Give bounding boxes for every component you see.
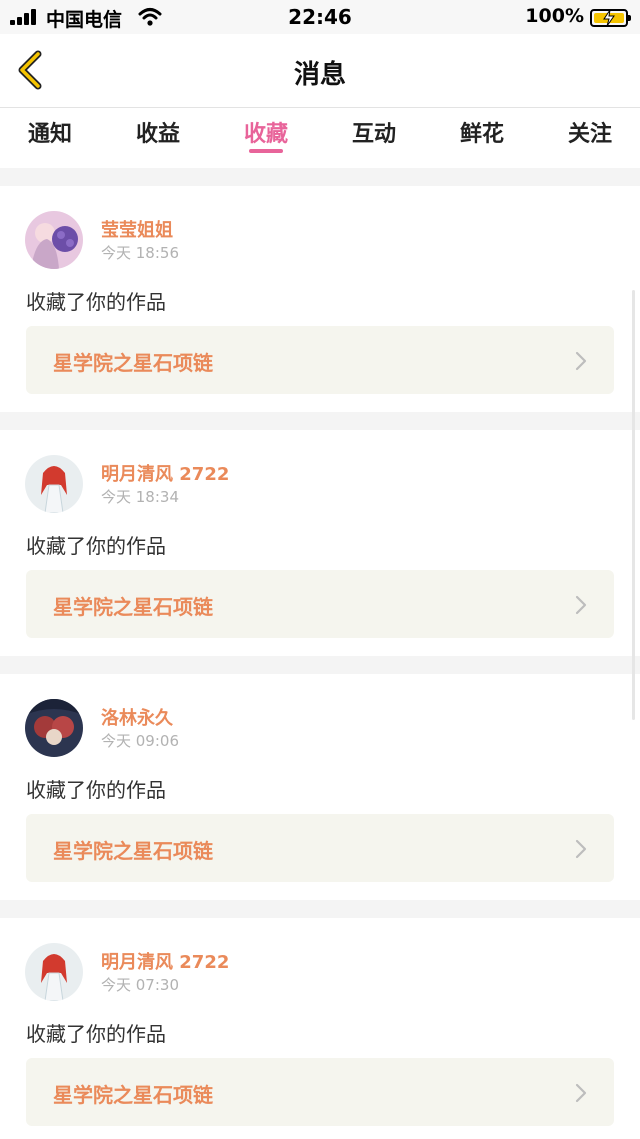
list-item: 洛林永久 今天 09:06 收藏了你的作品 星学院之星石项链 (0, 674, 640, 900)
scrollbar[interactable] (632, 290, 635, 720)
user-name[interactable]: 洛林永久 (101, 704, 173, 730)
chevron-right-icon (575, 595, 587, 615)
message-time: 今天 09:06 (101, 732, 179, 750)
work-title: 星学院之星石项链 (53, 839, 213, 863)
messages-page: 中国电信 22:46 100% 消息 通知 收益 收藏 互动 鲜花 关注 莹莹姐… (0, 0, 640, 1139)
work-title: 星学院之星石项链 (53, 1083, 213, 1107)
user-name[interactable]: 明月清风 2722 (101, 948, 229, 974)
tab-follows[interactable]: 关注 (536, 116, 640, 148)
charging-bolt-icon (603, 9, 615, 27)
work-title: 星学院之星石项链 (53, 595, 213, 619)
tab-earnings[interactable]: 收益 (104, 116, 212, 148)
user-name[interactable]: 明月清风 2722 (101, 460, 229, 486)
nav-bar: 消息 (0, 34, 640, 108)
chevron-right-icon (575, 351, 587, 371)
message-time: 今天 18:56 (101, 244, 179, 262)
work-link[interactable]: 星学院之星石项链 (26, 326, 614, 394)
page-title: 消息 (293, 60, 346, 90)
chevron-right-icon (575, 1083, 587, 1103)
tab-bar: 通知 收益 收藏 互动 鲜花 关注 (0, 108, 640, 168)
status-bar: 中国电信 22:46 100% (0, 0, 640, 34)
tab-interactions[interactable]: 互动 (320, 116, 428, 148)
battery-percent: 100% (525, 5, 584, 27)
chevron-right-icon (575, 839, 587, 859)
list-item: 明月清风 2722 今天 18:34 收藏了你的作品 星学院之星石项链 (0, 430, 640, 656)
list-item: 莹莹姐姐 今天 18:56 收藏了你的作品 星学院之星石项链 (0, 186, 640, 412)
tab-favorites[interactable]: 收藏 (212, 116, 320, 148)
message-text: 收藏了你的作品 (26, 1022, 166, 1046)
work-link[interactable]: 星学院之星石项链 (26, 814, 614, 882)
message-text: 收藏了你的作品 (26, 778, 166, 802)
battery-icon (590, 9, 631, 27)
list-divider (0, 656, 640, 674)
list-divider (0, 412, 640, 430)
message-time: 今天 18:34 (101, 488, 179, 506)
user-name[interactable]: 莹莹姐姐 (101, 216, 173, 242)
avatar[interactable] (25, 211, 83, 269)
avatar[interactable] (25, 943, 83, 1001)
work-link[interactable]: 星学院之星石项链 (26, 1058, 614, 1126)
list-item: 明月清风 2722 今天 07:30 收藏了你的作品 星学院之星石项链 (0, 918, 640, 1139)
message-text: 收藏了你的作品 (26, 534, 166, 558)
tab-flowers[interactable]: 鲜花 (428, 116, 536, 148)
message-text: 收藏了你的作品 (26, 290, 166, 314)
tab-notice[interactable]: 通知 (0, 116, 104, 148)
active-tab-indicator (249, 149, 283, 153)
list-divider (0, 168, 640, 186)
message-time: 今天 07:30 (101, 976, 179, 994)
work-title: 星学院之星石项链 (53, 351, 213, 375)
work-link[interactable]: 星学院之星石项链 (26, 570, 614, 638)
avatar[interactable] (25, 455, 83, 513)
avatar[interactable] (25, 699, 83, 757)
list-divider (0, 900, 640, 918)
